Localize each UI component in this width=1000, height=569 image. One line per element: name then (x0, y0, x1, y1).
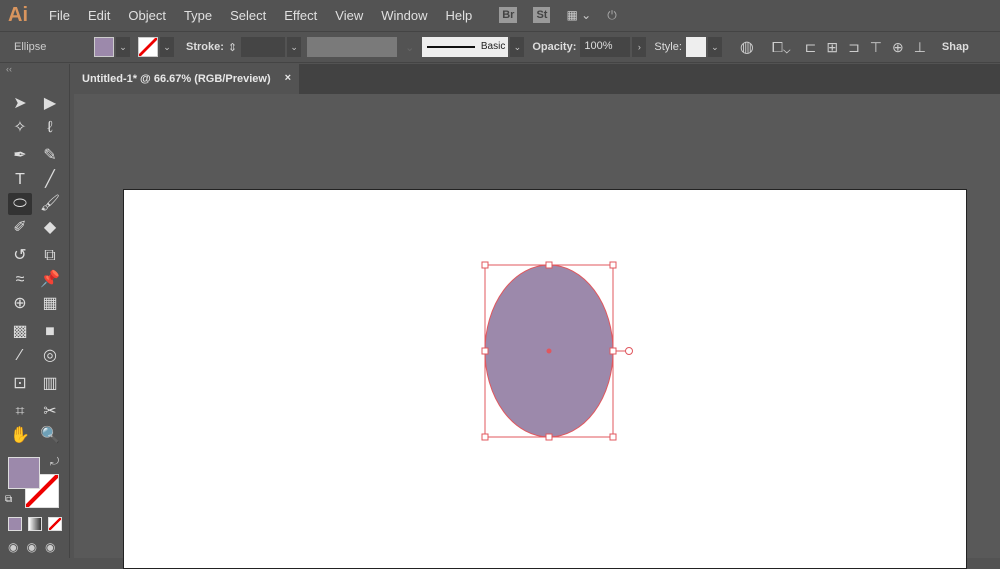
pie-widget-handle[interactable] (625, 347, 633, 355)
fill-color-box[interactable] (8, 457, 40, 489)
center-point (546, 348, 552, 354)
selected-ellipse-layer (481, 261, 633, 441)
